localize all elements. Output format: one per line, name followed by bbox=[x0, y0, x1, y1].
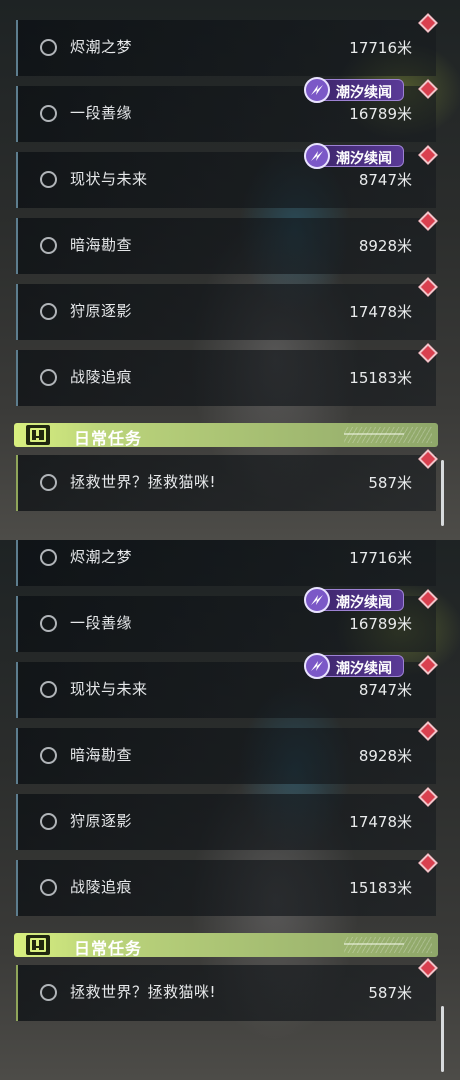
circle-outline-icon bbox=[40, 369, 57, 386]
quest-distance: 17478米 bbox=[349, 813, 412, 831]
quest-name: 暗海勘查 bbox=[70, 236, 133, 254]
section-title: 日常任务 bbox=[74, 939, 143, 958]
quest-row[interactable]: 狩原逐影 17478米 bbox=[16, 284, 436, 340]
quest-name: 烬潮之梦 bbox=[70, 38, 133, 56]
header-decoration bbox=[344, 427, 432, 443]
circle-outline-icon bbox=[40, 171, 57, 188]
quest-distance: 17716米 bbox=[349, 549, 412, 567]
quest-list-panel: 烬潮之梦 17716米 一段善缘 16789米 潮汐续闻 现状与未来 8747米… bbox=[0, 540, 460, 1080]
circle-outline-icon bbox=[40, 39, 57, 56]
badge-label: 潮汐续闻 bbox=[336, 661, 392, 677]
quest-distance: 587米 bbox=[368, 984, 412, 1002]
quest-distance: 8928米 bbox=[358, 237, 412, 255]
tide-event-badge: 潮汐续闻 bbox=[304, 587, 404, 613]
quest-distance: 16789米 bbox=[349, 615, 412, 633]
quest-name: 烬潮之梦 bbox=[70, 548, 133, 566]
daily-quest-row[interactable]: 拯救世界？拯救猫咪! 587米 bbox=[16, 455, 436, 511]
tide-logo-icon bbox=[304, 143, 330, 169]
exclamation-box-icon bbox=[26, 935, 50, 955]
quest-distance: 16789米 bbox=[349, 105, 412, 123]
circle-outline-icon bbox=[40, 681, 57, 698]
quest-name: 现状与未来 bbox=[70, 680, 148, 698]
circle-outline-icon bbox=[40, 474, 57, 491]
scrollbar[interactable] bbox=[441, 1006, 444, 1072]
quest-distance: 587米 bbox=[368, 474, 412, 492]
circle-outline-icon bbox=[40, 984, 57, 1001]
quest-row[interactable]: 战陵追痕 15183米 bbox=[16, 860, 436, 916]
quest-list-panel: 烬潮之梦 17716米 一段善缘 16789米 潮汐续闻 现状与未来 8747米… bbox=[0, 0, 460, 540]
quest-distance: 15183米 bbox=[349, 879, 412, 897]
quest-distance: 8928米 bbox=[358, 747, 412, 765]
quest-name: 战陵追痕 bbox=[70, 368, 133, 386]
quest-row[interactable]: 暗海勘查 8928米 bbox=[16, 728, 436, 784]
section-title: 日常任务 bbox=[74, 429, 143, 448]
daily-quests-header[interactable]: 日常任务 bbox=[14, 423, 438, 448]
circle-outline-icon bbox=[40, 813, 57, 830]
tide-logo-icon bbox=[304, 77, 330, 103]
quest-row[interactable]: 战陵追痕 15183米 bbox=[16, 350, 436, 406]
header-decoration bbox=[344, 937, 432, 953]
quest-distance: 17478米 bbox=[349, 303, 412, 321]
quest-distance: 8747米 bbox=[358, 681, 412, 699]
quest-name: 狩原逐影 bbox=[70, 812, 133, 830]
quest-row[interactable]: 烬潮之梦 17716米 bbox=[16, 20, 436, 76]
circle-outline-icon bbox=[40, 303, 57, 320]
tide-event-badge: 潮汐续闻 bbox=[304, 77, 404, 103]
quest-name: 一段善缘 bbox=[70, 614, 133, 632]
quest-name: 一段善缘 bbox=[70, 104, 133, 122]
quest-row[interactable]: 暗海勘查 8928米 bbox=[16, 218, 436, 274]
circle-outline-icon bbox=[40, 879, 57, 896]
quest-name: 狩原逐影 bbox=[70, 302, 133, 320]
circle-outline-icon bbox=[40, 105, 57, 122]
badge-label: 潮汐续闻 bbox=[336, 595, 392, 611]
exclamation-box-icon bbox=[26, 425, 50, 445]
scrollbar[interactable] bbox=[441, 460, 444, 526]
quest-row[interactable]: 狩原逐影 17478米 bbox=[16, 794, 436, 850]
quest-distance: 15183米 bbox=[349, 369, 412, 387]
quest-distance: 8747米 bbox=[358, 171, 412, 189]
circle-outline-icon bbox=[40, 549, 57, 566]
badge-label: 潮汐续闻 bbox=[336, 85, 392, 101]
quest-distance: 17716米 bbox=[349, 39, 412, 57]
tide-event-badge: 潮汐续闻 bbox=[304, 143, 404, 169]
quest-name: 现状与未来 bbox=[70, 170, 148, 188]
circle-outline-icon bbox=[40, 747, 57, 764]
quest-name: 拯救世界？拯救猫咪! bbox=[70, 983, 217, 1001]
tide-event-badge: 潮汐续闻 bbox=[304, 653, 404, 679]
quest-row[interactable]: 烬潮之梦 17716米 bbox=[16, 540, 436, 586]
quest-name: 暗海勘查 bbox=[70, 746, 133, 764]
circle-outline-icon bbox=[40, 237, 57, 254]
tide-logo-icon bbox=[304, 653, 330, 679]
circle-outline-icon bbox=[40, 615, 57, 632]
daily-quests-header[interactable]: 日常任务 bbox=[14, 933, 438, 958]
daily-quest-row[interactable]: 拯救世界？拯救猫咪! 587米 bbox=[16, 965, 436, 1021]
quest-name: 战陵追痕 bbox=[70, 878, 133, 896]
tide-logo-icon bbox=[304, 587, 330, 613]
badge-label: 潮汐续闻 bbox=[336, 151, 392, 167]
quest-name: 拯救世界？拯救猫咪! bbox=[70, 473, 217, 491]
